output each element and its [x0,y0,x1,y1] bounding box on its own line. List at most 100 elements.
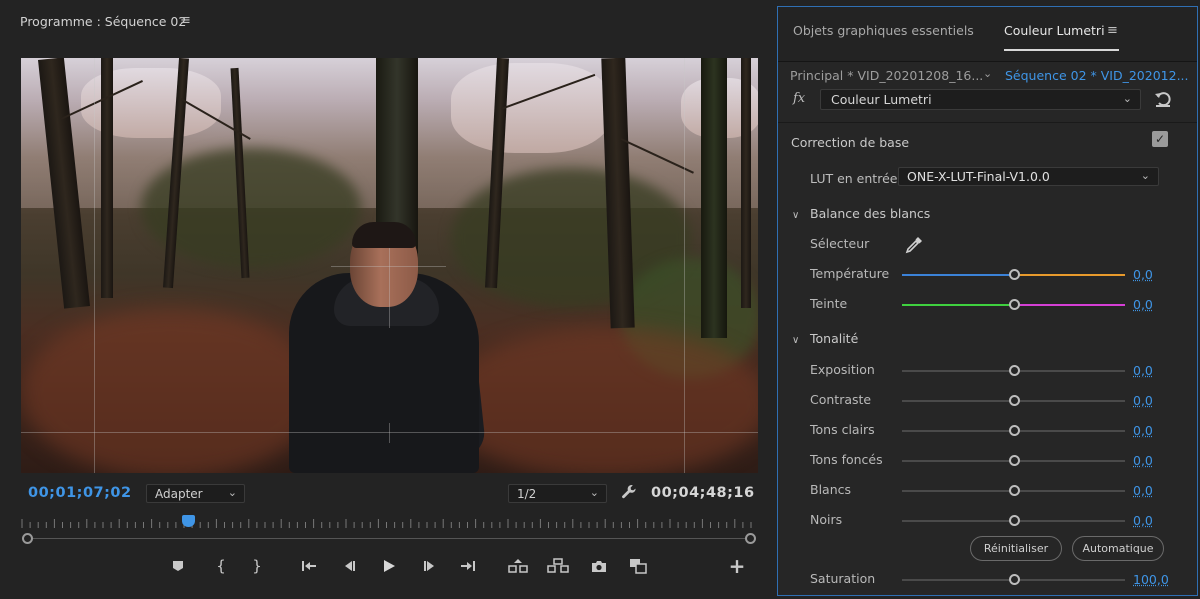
exposure-label: Exposition [810,362,875,377]
slider-thumb[interactable] [1008,485,1020,496]
playback-resolution-value: 1/2 [517,487,537,501]
highlights-value[interactable]: 0,0 [1133,423,1153,438]
tree-trunk [741,58,751,308]
reset-button[interactable]: Réinitialiser [970,536,1062,561]
panel-menu-icon[interactable]: ≡ [1107,23,1118,38]
white-balance-label: Balance des blancs [810,206,931,221]
safe-margin-tick [389,423,390,443]
contrast-slider[interactable] [902,395,1125,407]
tab-essential-graphics[interactable]: Objets graphiques essentiels [793,23,974,38]
zoom-handle-right[interactable] [745,533,756,544]
chevron-down-icon: ∨ [792,335,800,346]
slider-thumb[interactable] [1008,515,1020,526]
tone-label: Tonalité [810,331,859,346]
temperature-slider[interactable] [902,269,1125,281]
tint-slider[interactable] [902,299,1125,311]
auto-button[interactable]: Automatique [1072,536,1164,561]
whites-value[interactable]: 0,0 [1133,483,1153,498]
eyedropper-icon[interactable] [904,235,924,255]
chevron-down-icon: ⌄ [1122,92,1132,105]
chevron-down-icon: ⌄ [227,486,237,499]
monitor-header: Programme : Séquence 02 ≡ [0,0,776,44]
effect-select[interactable]: Couleur Lumetri ⌄ [820,89,1141,110]
tree-trunk [701,58,727,338]
chevron-down-icon: ⌄ [1140,169,1150,182]
slider-thumb[interactable] [1008,365,1020,376]
basic-correction-header[interactable]: Correction de base [791,135,909,150]
zoom-handle-left[interactable] [22,533,33,544]
program-monitor: Programme : Séquence 02 ≡ 00;01;07;02 Ad… [0,0,776,599]
out-point-icon[interactable]: } [246,555,268,577]
whites-slider[interactable] [902,485,1125,497]
tab-lumetri-color[interactable]: Couleur Lumetri [1004,23,1105,38]
current-timecode[interactable]: 00;01;07;02 [28,485,132,501]
white-balance-section-toggle[interactable]: ∨ Balance des blancs [792,206,930,221]
add-icon[interactable]: + [726,554,748,578]
compare-icon[interactable] [627,555,649,577]
step-forward-icon[interactable] [419,555,441,577]
monitor-menu-icon[interactable]: ≡ [180,13,191,28]
chevron-down-icon[interactable]: ⌄ [983,67,992,80]
tone-section-toggle[interactable]: ∨ Tonalité [792,331,858,346]
sequence-clip-link[interactable]: Séquence 02 * VID_202012... [1005,68,1188,83]
play-icon[interactable] [378,555,400,577]
master-clip-link[interactable]: Principal * VID_20201208_16... [790,68,983,83]
slider-thumb[interactable] [1008,269,1020,280]
blacks-slider[interactable] [902,515,1125,527]
blacks-value[interactable]: 0,0 [1133,513,1153,528]
wrench-icon[interactable] [620,483,638,501]
safe-margin-guide [684,58,685,473]
shadows-value[interactable]: 0,0 [1133,453,1153,468]
slider-thumb[interactable] [1008,425,1020,436]
saturation-value[interactable]: 100,0 [1133,572,1169,587]
input-lut-value: ONE-X-LUT-Final-V1.0.0 [907,169,1050,184]
shadows-slider[interactable] [902,455,1125,467]
slider-thumb[interactable] [1008,574,1020,585]
monitor-title[interactable]: Programme : Séquence 02 [20,14,186,29]
center-crosshair [331,266,446,267]
saturation-label: Saturation [810,571,876,586]
exposure-slider[interactable] [902,365,1125,377]
temperature-value[interactable]: 0,0 [1133,267,1153,282]
time-ruler[interactable] [20,518,757,528]
tint-label: Teinte [810,296,848,311]
zoom-fit-select[interactable]: Adapter ⌄ [146,484,245,503]
contrast-label: Contraste [810,392,872,407]
fx-icon[interactable]: fx [793,91,805,106]
center-crosshair [389,248,390,328]
panel-tab-bar: Objets graphiques essentiels Couleur Lum… [778,7,1197,59]
zoom-scroll-bar[interactable] [27,538,751,539]
highlights-slider[interactable] [902,425,1125,437]
in-point-icon[interactable]: { [210,555,232,577]
leaf-bed [21,308,321,473]
go-to-out-icon[interactable] [457,555,479,577]
leaf-bed [441,328,758,473]
lumetri-panel: Objets graphiques essentiels Couleur Lum… [777,6,1198,596]
temperature-label: Température [810,266,890,281]
slider-thumb[interactable] [1008,395,1020,406]
playhead[interactable] [182,515,195,527]
input-lut-select[interactable]: ONE-X-LUT-Final-V1.0.0 ⌄ [898,167,1159,186]
saturation-slider[interactable] [902,574,1125,586]
person-hair [352,222,416,248]
tint-value[interactable]: 0,0 [1133,297,1153,312]
slider-thumb[interactable] [1008,455,1020,466]
playback-resolution-select[interactable]: 1/2 ⌄ [508,484,607,503]
exposure-value[interactable]: 0,0 [1133,363,1153,378]
lift-icon[interactable] [507,555,529,577]
selector-label: Sélecteur [810,236,870,251]
safe-margin-guide [94,58,95,473]
contrast-value[interactable]: 0,0 [1133,393,1153,408]
video-frame[interactable] [21,58,758,473]
camera-icon[interactable] [588,555,610,577]
reset-icon[interactable] [1153,89,1173,109]
slider-thumb[interactable] [1008,299,1020,310]
go-to-in-icon[interactable] [298,555,320,577]
checkbox-icon[interactable]: ✓ [1152,131,1168,147]
step-back-icon[interactable] [338,555,360,577]
extract-icon[interactable] [547,555,569,577]
marker-icon[interactable] [167,555,189,577]
chevron-down-icon: ∨ [792,210,800,221]
shadows-label: Tons foncés [810,452,883,467]
effect-select-value: Couleur Lumetri [831,92,932,107]
